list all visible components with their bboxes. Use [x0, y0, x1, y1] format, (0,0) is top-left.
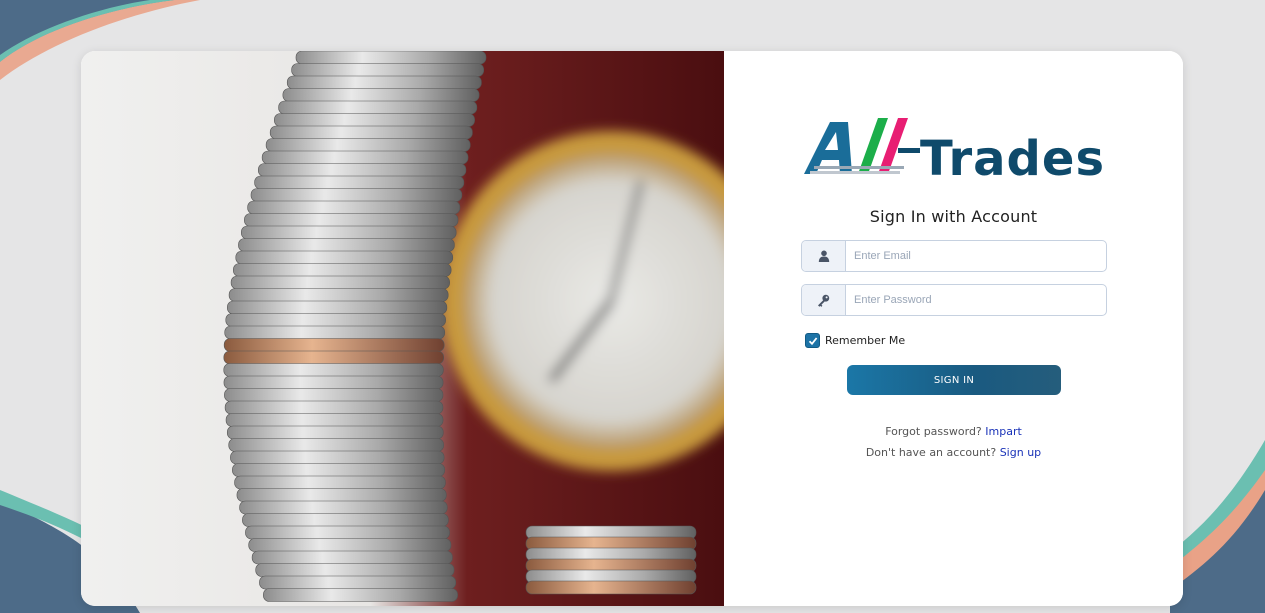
signup-link[interactable]: Sign up [1000, 446, 1041, 459]
signup-text: Don't have an account? [865, 446, 997, 459]
password-field-group [801, 284, 1107, 316]
sign-in-button[interactable]: SIGN IN [847, 365, 1061, 395]
coins-clock-photo [81, 51, 724, 606]
page-title: Sign In with Account [869, 207, 1038, 226]
remember-me-label: Remember Me [825, 334, 906, 347]
forgot-password-text: Forgot password? [885, 425, 982, 438]
forgot-password-link[interactable]: Impart [985, 425, 1022, 438]
user-icon [802, 241, 846, 271]
remember-me-checkbox[interactable] [805, 333, 820, 348]
key-icon [802, 285, 846, 315]
logo-trades-text: Trades [920, 131, 1105, 186]
email-input[interactable] [846, 241, 1106, 271]
signup-row: Don't have an account? Sign up [724, 446, 1183, 459]
password-input[interactable] [846, 285, 1106, 315]
all-trades-logo: Trades [804, 118, 1105, 186]
checkmark-icon [808, 336, 817, 345]
forgot-password-row: Forgot password? Impart [724, 425, 1183, 438]
login-card: Trades Sign In with Account Remember Me … [81, 51, 1183, 606]
email-field-group [801, 240, 1107, 272]
login-panel: Trades Sign In with Account Remember Me … [724, 51, 1183, 606]
remember-me: Remember Me [805, 333, 905, 348]
